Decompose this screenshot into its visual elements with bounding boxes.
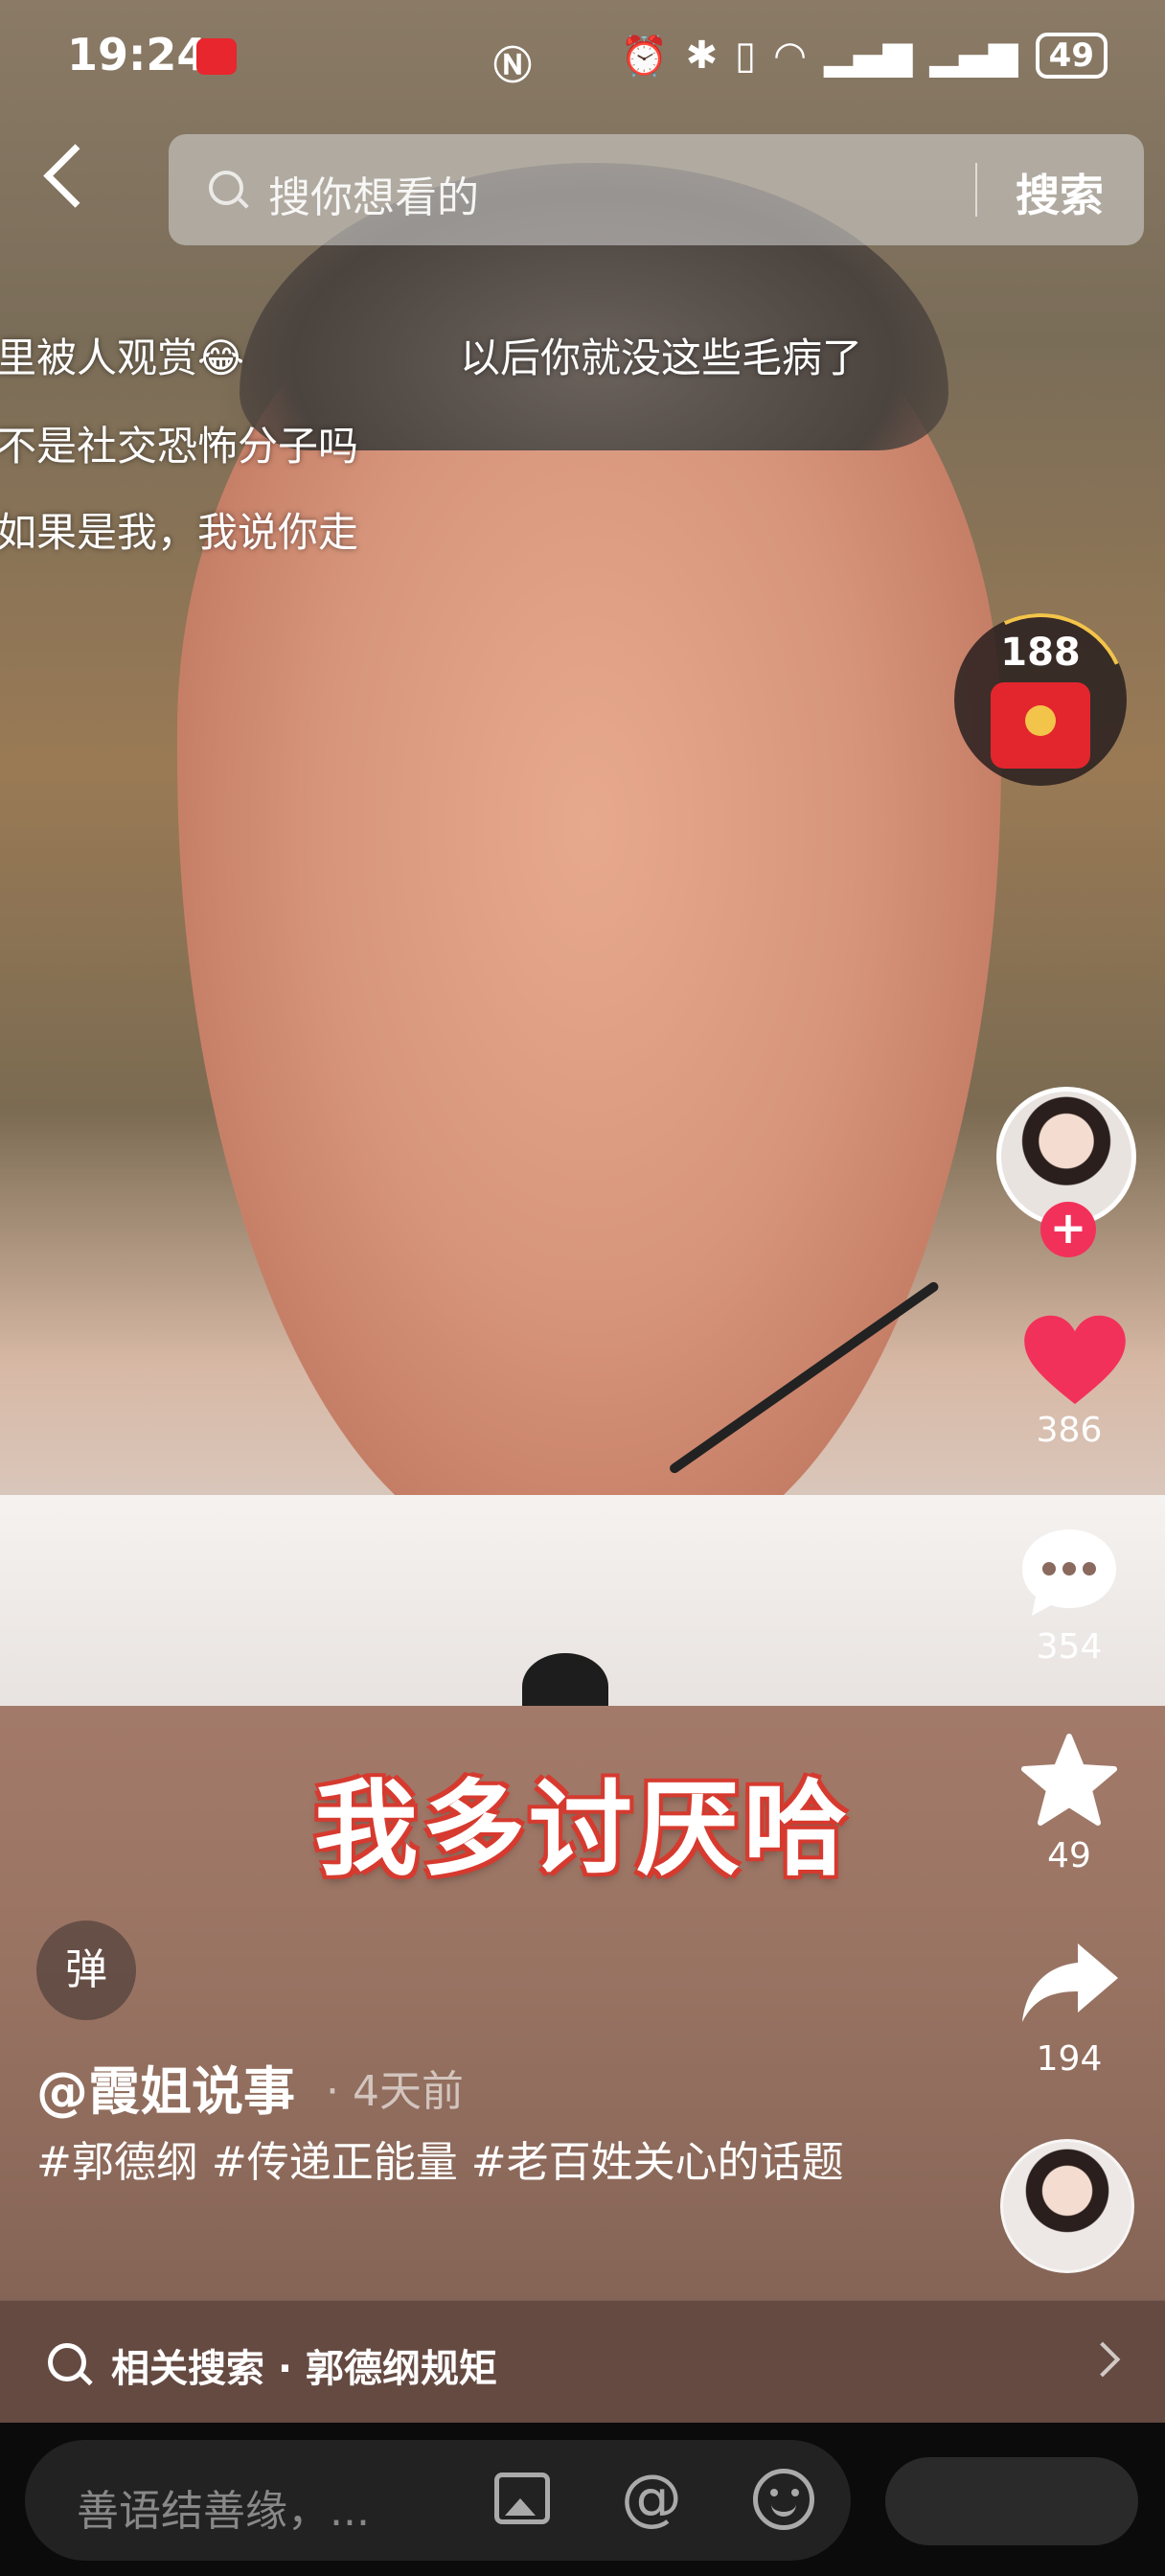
post-hashtags[interactable]: #郭德纲 #传递正能量 #老百姓关心的话题	[36, 2131, 870, 2195]
heart-icon	[1022, 1313, 1126, 1407]
post-time: · 4天前	[326, 2067, 464, 2116]
related-search-text: 相关搜索 · 郭德纲规矩	[111, 2347, 498, 2391]
video-player[interactable]	[0, 0, 1165, 1720]
wifi-icon: ◠	[773, 34, 808, 78]
share-count: 194	[1036, 2039, 1103, 2079]
author-name[interactable]: @霞姐说事	[36, 2049, 295, 2125]
send-button[interactable]	[885, 2457, 1138, 2545]
status-bar: 19:24 Ⓝ ⏰ ✱ ▯ ◠ ▂▄▆ ▂▄▆ 49	[0, 0, 1165, 115]
search-icon	[209, 171, 243, 205]
at-icon[interactable]: @	[621, 2463, 682, 2534]
red-packet-widget[interactable]: 188	[929, 588, 1152, 811]
emoji-icon[interactable]	[753, 2469, 814, 2530]
bottom-comment-bar: 善语结善缘，... @	[0, 2423, 1165, 2576]
danmaku-toggle-button[interactable]: 弹	[36, 1920, 136, 2020]
share-button[interactable]: 194	[1010, 1936, 1129, 2079]
search-divider	[975, 163, 977, 217]
red-packet-count: 188	[1000, 631, 1081, 675]
share-icon	[1010, 1936, 1129, 2036]
comment-input[interactable]: 善语结善缘，... @	[25, 2440, 851, 2561]
related-search-bar[interactable]: 相关搜索 · 郭德纲规矩	[0, 2300, 1165, 2424]
comment-placeholder: 善语结善缘，...	[77, 2487, 370, 2536]
search-bar[interactable]: 搜你想看的 搜索	[169, 134, 1144, 245]
nfc-icon: Ⓝ	[493, 44, 532, 88]
vibrate-icon: ▯	[735, 34, 757, 78]
danmaku-comment: 如果是我，我说你走	[0, 509, 359, 556]
like-button[interactable]: 386	[1010, 1313, 1129, 1450]
like-count: 386	[1036, 1411, 1103, 1450]
danmaku-comment: 不是社交恐怖分子吗	[0, 423, 359, 470]
comment-icon	[1010, 1524, 1129, 1623]
red-packet-icon	[991, 682, 1090, 769]
chevron-right-icon	[1085, 2341, 1121, 2378]
signal-icon: ▂▄▆	[824, 34, 913, 78]
signal-icon-2: ▂▄▆	[929, 34, 1018, 78]
music-disc[interactable]	[1000, 2139, 1134, 2273]
follow-button[interactable]: +	[1040, 1202, 1096, 1257]
bluetooth-icon: ✱	[685, 34, 719, 78]
danmaku-comment: 以后你就没这些毛病了	[460, 334, 863, 381]
video-caption: 我多讨厌哈	[313, 1770, 851, 1890]
app-notification-icon	[196, 38, 237, 75]
search-button[interactable]: 搜索	[1016, 161, 1104, 224]
battery-indicator: 49	[1035, 33, 1108, 79]
image-icon[interactable]	[494, 2472, 550, 2524]
comment-count: 354	[1036, 1627, 1103, 1667]
status-time: 19:24	[67, 29, 208, 80]
search-input[interactable]: 搜你想看的	[268, 163, 479, 224]
danmaku-comment: 里被人观赏😂	[0, 334, 245, 381]
status-icons: ⏰ ✱ ▯ ◠ ▂▄▆ ▂▄▆ 49	[621, 33, 1108, 79]
comment-button[interactable]: 354	[1010, 1524, 1129, 1667]
alarm-icon: ⏰	[620, 34, 669, 79]
search-icon	[48, 2343, 86, 2381]
